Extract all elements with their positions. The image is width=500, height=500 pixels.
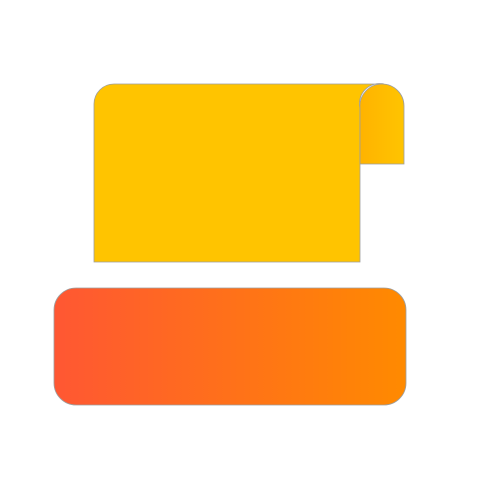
top-card-shape [93, 83, 385, 263]
bottom-bar-shape [53, 287, 407, 406]
top-card-fold-shape [359, 83, 405, 165]
icon-canvas [0, 0, 500, 500]
app-logo-icon [53, 83, 407, 406]
